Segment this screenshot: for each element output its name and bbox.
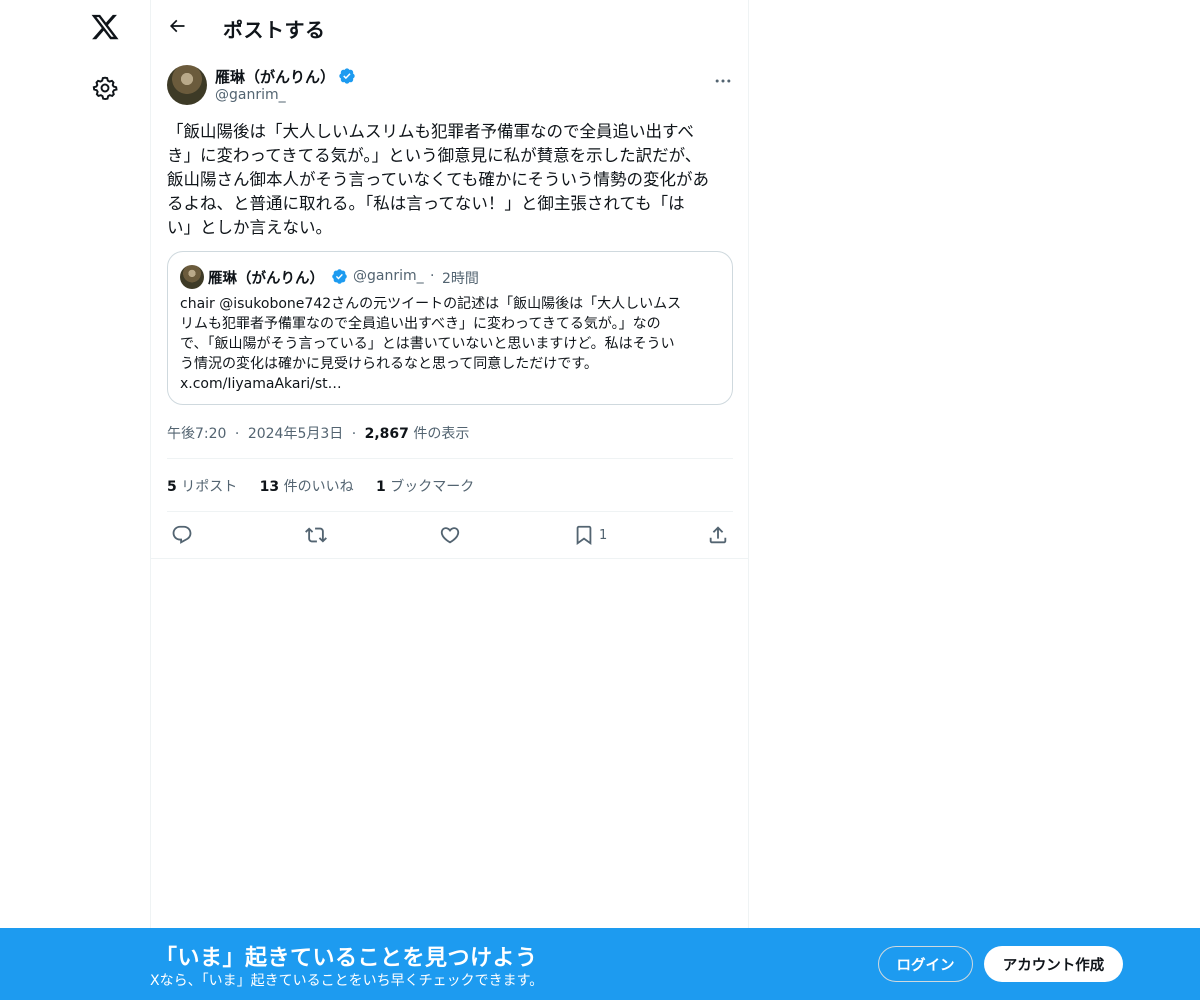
meta-dot: ·: [351, 426, 357, 442]
views-count: 2,867: [364, 426, 409, 442]
more-options-icon[interactable]: [713, 71, 733, 91]
banner-title: 「いま」起きていることを見つけよう: [155, 946, 538, 971]
arrow-left-icon[interactable]: [167, 16, 187, 36]
top-bar: ポストする: [151, 0, 749, 53]
main-column: ポストする 雁琳（がんりん） @ganrim_ 「飯山陽後は「大人しいムスリムも…: [150, 0, 749, 1000]
heart-icon[interactable]: [439, 524, 461, 546]
likes-stat[interactable]: 13 件のいいね: [260, 479, 354, 495]
post-actions: 1: [167, 522, 733, 550]
post-stats: 5 リポスト 13 件のいいね 1 ブックマーク: [167, 476, 492, 496]
gear-icon[interactable]: [92, 75, 118, 101]
quote-avatar: [180, 265, 204, 289]
bookmark-count: 1: [599, 528, 608, 543]
quote-author-handle: @ganrim_: [353, 268, 424, 284]
author-name[interactable]: 雁琳（がんりん）: [215, 66, 335, 87]
reply-icon[interactable]: [171, 524, 193, 546]
post-text: 「飯山陽後は「大人しいムスリムも犯罪者予備軍なので全員追い出すべ き」に変わって…: [167, 122, 710, 237]
meta-dot: ·: [234, 426, 240, 442]
reposts-stat[interactable]: 5 リポスト: [167, 479, 237, 495]
divider: [167, 458, 733, 459]
author-handle[interactable]: @ganrim_: [215, 87, 286, 103]
x-logo-icon[interactable]: [90, 12, 120, 42]
post-author: 雁琳（がんりん） @ganrim_: [167, 65, 733, 107]
avatar[interactable]: [167, 65, 207, 105]
left-nav: [0, 0, 150, 1000]
share-icon[interactable]: [707, 524, 729, 546]
bookmark-icon[interactable]: [573, 524, 595, 546]
verified-badge-icon[interactable]: [338, 67, 356, 85]
divider: [151, 558, 749, 559]
login-banner: 「いま」起きていることを見つけよう Xなら、「いま」起きていることをいち早くチェ…: [0, 928, 1200, 1000]
quote-author-name: 雁琳（がんりん）: [208, 271, 324, 287]
bookmarks-stat[interactable]: 1 ブックマーク: [376, 479, 474, 495]
quote-time: 2時間: [442, 271, 479, 287]
create-account-button[interactable]: アカウント作成: [984, 946, 1123, 982]
views-label: 件の表示: [413, 426, 470, 442]
quoted-post[interactable]: 雁琳（がんりん） @ganrim_ · 2時間 chair @isukobone…: [167, 251, 733, 405]
divider: [167, 511, 733, 512]
page-title: ポストする: [223, 18, 326, 42]
post-meta: 午後7:20 · 2024年5月3日 · 2,867 件の表示: [167, 423, 469, 443]
quote-text: chair @isukobone742さんの元ツイートの記述は「飯山陽後は「大人…: [180, 296, 682, 392]
post-time[interactable]: 午後7:20: [167, 426, 226, 442]
login-button[interactable]: ログイン: [878, 946, 973, 982]
banner-subtitle: Xなら、「いま」起きていることをいち早くチェックできます。: [150, 973, 544, 989]
repost-icon[interactable]: [305, 524, 327, 546]
verified-badge-icon: [332, 269, 347, 284]
quote-separator: ·: [430, 268, 435, 284]
post-date[interactable]: 2024年5月3日: [248, 426, 343, 442]
